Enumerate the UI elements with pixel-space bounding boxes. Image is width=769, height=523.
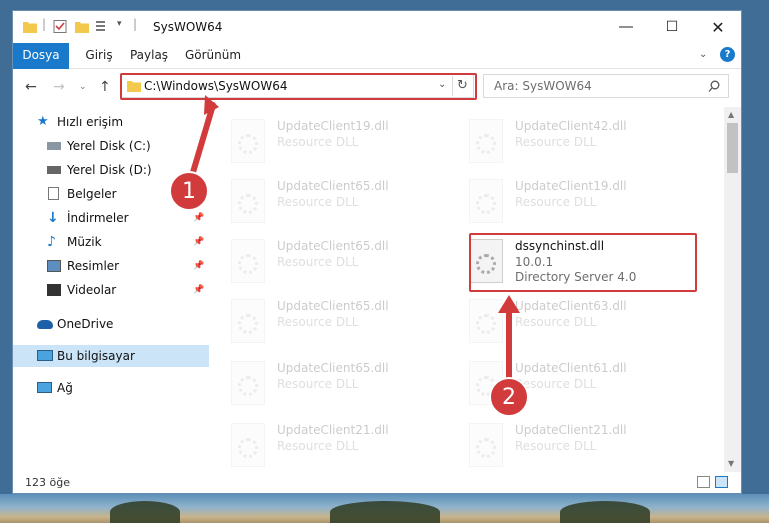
file-explorer-window: | ▾ | SysWOW64 ― ☐ ✕ Dosya Giriş Paylaş … [12, 10, 742, 494]
step-2-badge: 2 [489, 377, 529, 417]
palm-silhouette [560, 501, 650, 523]
step-1-badge: 1 [169, 171, 209, 211]
palm-silhouette [110, 501, 180, 523]
palm-silhouette [330, 501, 440, 523]
callout-arrows [188, 95, 520, 382]
desktop-wallpaper [0, 494, 769, 523]
